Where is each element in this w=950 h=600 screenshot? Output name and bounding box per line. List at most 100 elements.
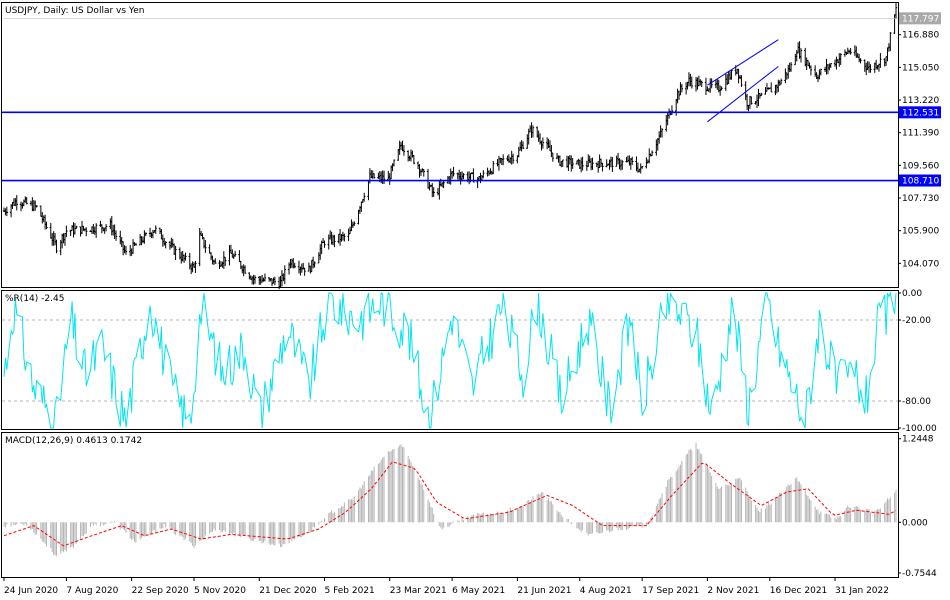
price-bar — [5, 206, 9, 217]
price-bar — [338, 229, 342, 246]
price-bar — [441, 182, 444, 188]
price-bar — [853, 45, 857, 56]
price-bar — [765, 83, 769, 92]
price-bar — [694, 76, 698, 92]
price-bar — [31, 197, 34, 212]
price-bar — [363, 192, 366, 202]
price-bar — [123, 245, 126, 254]
price-bar — [785, 72, 789, 80]
date-axis-label: 4 Aug 2021 — [580, 586, 632, 596]
date-axis-label: 5 Feb 2021 — [324, 586, 374, 596]
price-bar — [648, 148, 651, 164]
price-bar — [510, 150, 513, 165]
price-bar — [579, 157, 583, 173]
price-bar — [319, 244, 322, 260]
price-bar — [809, 65, 813, 76]
price-bar — [696, 77, 699, 90]
price-bar — [161, 234, 165, 247]
price-bar — [738, 74, 742, 80]
price-bar — [639, 163, 642, 174]
price-bar — [347, 228, 350, 242]
price-bar — [570, 155, 573, 172]
price-bar — [311, 256, 315, 269]
price-bar — [85, 227, 88, 237]
price-bar — [419, 168, 423, 176]
price-bar — [452, 166, 455, 177]
price-bar — [813, 65, 817, 77]
price-bar — [63, 232, 67, 246]
price-bar — [411, 150, 414, 158]
price-bar — [438, 180, 441, 200]
price-bar — [690, 76, 693, 89]
price-bar — [718, 85, 722, 96]
channel-upper-line[interactable] — [707, 39, 779, 86]
price-bar — [537, 130, 540, 142]
price-bar — [835, 56, 838, 70]
price-bar — [799, 48, 803, 63]
price-bar — [674, 98, 678, 116]
price-bar — [360, 201, 363, 212]
price-bar — [867, 61, 871, 73]
price-bar — [866, 61, 869, 71]
price-bar — [754, 100, 757, 105]
usdjpy-chart[interactable]: 116.880 115.050 113.220 111.390 109.560 107.7… — [0, 0, 950, 600]
current-price-badge: 117.797 — [899, 12, 941, 25]
price-bar — [381, 170, 384, 185]
price-bar — [367, 180, 370, 201]
price-bar — [605, 159, 608, 168]
price-bar — [492, 160, 495, 175]
price-bar — [290, 258, 294, 268]
price-bar — [660, 128, 664, 138]
price-bar — [530, 122, 533, 138]
price-bar — [518, 141, 522, 151]
price-bar — [818, 69, 821, 80]
price-bar — [41, 212, 44, 224]
price-bar — [328, 230, 332, 240]
price-bar — [665, 114, 668, 132]
price-bar — [745, 93, 749, 111]
price-bar — [260, 274, 264, 283]
price-bar — [104, 224, 108, 232]
price-bar — [229, 244, 233, 254]
price-bar — [459, 171, 462, 185]
price-bar — [551, 152, 555, 162]
price-bar — [757, 88, 760, 107]
price-bar — [728, 71, 732, 80]
price-bar — [538, 133, 542, 145]
price-bar — [163, 238, 166, 246]
price-bar — [134, 242, 138, 246]
price-bar — [789, 62, 793, 72]
price-bar — [201, 233, 204, 240]
wpr-axis-label: -100.00 — [902, 424, 937, 434]
price-bar — [828, 63, 831, 71]
wpr-panel-title: %R(14) -2.45 — [5, 294, 64, 304]
price-bar — [431, 183, 434, 198]
price-bar — [859, 58, 862, 64]
price-bar — [141, 236, 145, 244]
date-axis-label: 24 Jun 2020 — [4, 586, 58, 596]
price-bar — [309, 265, 312, 274]
channel-lower-line[interactable] — [707, 66, 779, 123]
svg-text:112.531: 112.531 — [902, 108, 939, 118]
price-bar — [303, 267, 306, 276]
price-bar — [540, 140, 543, 151]
price-bar — [804, 47, 807, 67]
axis-labels-layer: 116.880 115.050 113.220 111.390 109.560 107.7… — [3, 12, 941, 596]
price-bar — [15, 195, 18, 211]
price-bar — [884, 56, 888, 66]
price-bar — [270, 278, 274, 287]
price-bar — [100, 224, 104, 234]
price-bar — [561, 159, 564, 167]
price-bar — [331, 234, 335, 246]
price-bar — [598, 154, 601, 169]
price-bar — [615, 155, 618, 167]
price-bar — [154, 225, 157, 234]
price-bar — [816, 74, 820, 82]
price-bar — [684, 82, 688, 95]
price-bar — [750, 96, 753, 105]
price-bar — [788, 62, 791, 73]
price-bar — [382, 170, 386, 184]
price-bar — [629, 157, 633, 170]
price-bar — [775, 84, 779, 94]
price-bar — [51, 233, 54, 246]
